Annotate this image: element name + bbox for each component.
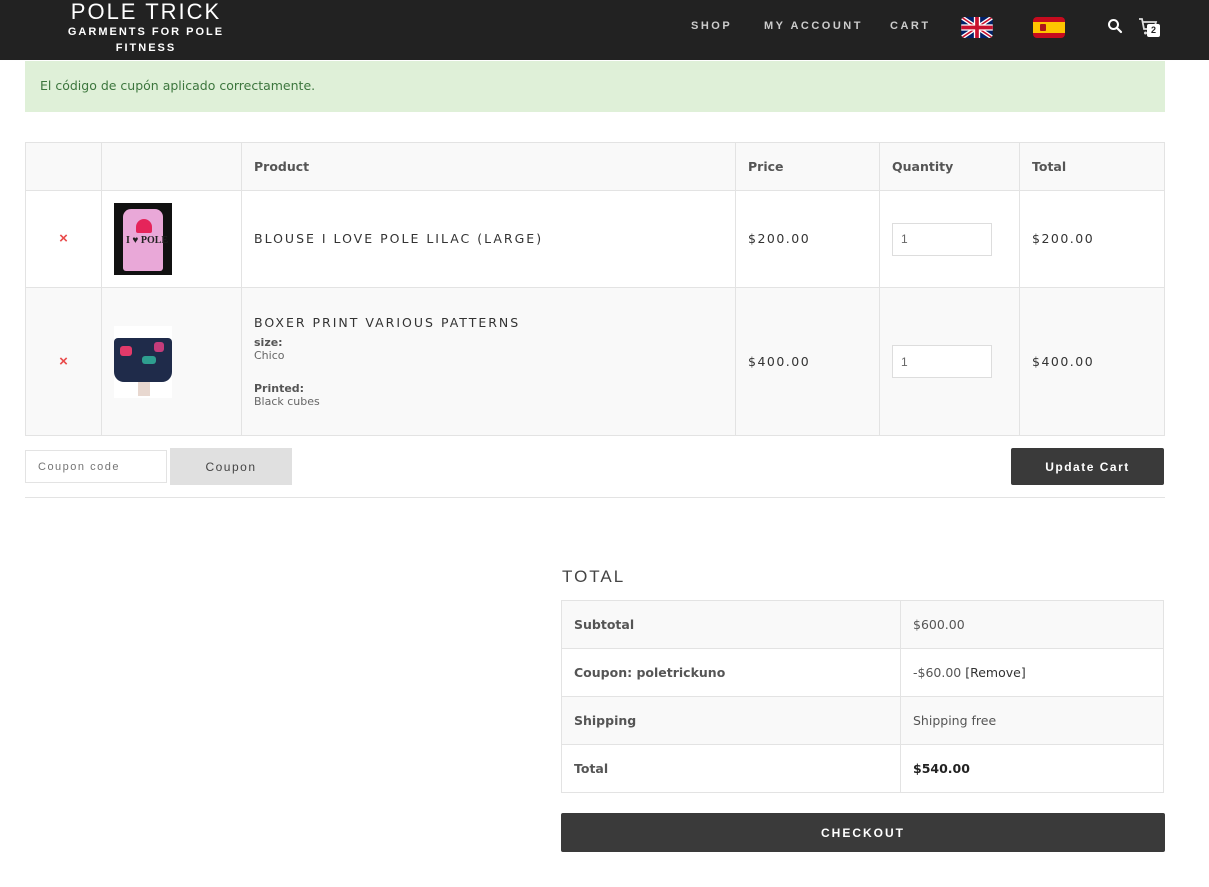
quantity-cell xyxy=(879,190,1020,288)
cart-row: × I ♥ POLE BLOUSE I LOVE POLE LILAC (LAR… xyxy=(25,190,1165,288)
thumbnail-print-text: I ♥ POLE xyxy=(126,235,169,246)
coupon-discount-value: -$60.00 xyxy=(913,665,962,680)
header-remove xyxy=(25,142,102,191)
remove-cell: × xyxy=(25,190,102,288)
cart-totals-heading: TOTAL xyxy=(562,567,626,586)
top-navbar: POLE TRICK GARMENTS FOR POLE FITNESS SHO… xyxy=(0,0,1209,60)
header-product: Product xyxy=(241,142,736,191)
coupon-cell: -$60.00 [Remove] xyxy=(900,648,1164,697)
cart-row: × BOXER PRINT VARIOUS PATTERNS size: Chi… xyxy=(25,287,1165,436)
remove-coupon-link[interactable]: [Remove] xyxy=(965,665,1025,680)
spain-flag-icon[interactable] xyxy=(1033,17,1065,38)
search-icon[interactable] xyxy=(1107,18,1123,34)
total-cell: $200.00 xyxy=(1019,190,1165,288)
nav-link-cart[interactable]: CART xyxy=(890,20,931,32)
logo-title[interactable]: POLE TRICK xyxy=(60,0,232,24)
notice-text: El código de cupón aplicado correctament… xyxy=(40,78,316,93)
variation-label-printed: Printed: xyxy=(254,382,305,395)
remove-item-icon[interactable]: × xyxy=(59,230,68,247)
variation-value-size: Chico xyxy=(254,349,285,362)
cart-table: Product Price Quantity Total × I ♥ POLE … xyxy=(25,142,1165,436)
nav-link-shop[interactable]: SHOP xyxy=(691,20,732,32)
order-total-label: Total xyxy=(561,744,901,793)
product-cell: BLOUSE I LOVE POLE LILAC (LARGE) xyxy=(241,190,736,288)
shipping-value: Shipping free xyxy=(900,696,1164,745)
nav-link-my-account[interactable]: MY ACCOUNT xyxy=(764,20,863,32)
totals-row: Subtotal $600.00 xyxy=(561,600,1164,649)
header-thumbnail xyxy=(101,142,242,191)
section-divider xyxy=(25,497,1165,498)
coupon-success-notice: El código de cupón aplicado correctament… xyxy=(25,61,1165,112)
product-price: $400.00 xyxy=(748,353,811,369)
thumbnail-cell xyxy=(101,287,242,436)
product-thumbnail-blouse[interactable]: I ♥ POLE xyxy=(114,203,172,275)
totals-row: Total $540.00 xyxy=(561,744,1164,793)
product-cell: BOXER PRINT VARIOUS PATTERNS size: Chico… xyxy=(241,287,736,436)
subtotal-label: Subtotal xyxy=(561,600,901,649)
product-name-link[interactable]: BOXER PRINT VARIOUS PATTERNS xyxy=(254,315,735,330)
order-total-value: $540.00 xyxy=(900,744,1164,793)
quantity-input[interactable] xyxy=(892,345,992,378)
thumbnail-cell: I ♥ POLE xyxy=(101,190,242,288)
checkout-button[interactable]: CHECKOUT xyxy=(561,813,1165,852)
update-cart-button[interactable]: Update Cart xyxy=(1011,448,1164,485)
quantity-cell xyxy=(879,287,1020,436)
totals-row: Shipping Shipping free xyxy=(561,696,1164,745)
shipping-label: Shipping xyxy=(561,696,901,745)
site-logo[interactable]: POLE TRICK GARMENTS FOR POLE FITNESS xyxy=(60,0,232,56)
cart-count-badge: 2 xyxy=(1147,24,1160,37)
uk-flag-icon[interactable] xyxy=(961,17,993,38)
remove-cell: × xyxy=(25,287,102,436)
remove-item-icon[interactable]: × xyxy=(59,353,68,370)
subtotal-value: $600.00 xyxy=(900,600,1164,649)
variation-label-size: size: xyxy=(254,336,283,349)
variation-value-printed: Black cubes xyxy=(254,395,320,408)
coupon-code-input[interactable] xyxy=(25,450,167,483)
header-total: Total xyxy=(1019,142,1165,191)
price-cell: $400.00 xyxy=(735,287,880,436)
quantity-input[interactable] xyxy=(892,222,992,256)
totals-row: Coupon: poletrickuno -$60.00 [Remove] xyxy=(561,648,1164,697)
cart-table-header: Product Price Quantity Total xyxy=(25,142,1165,191)
header-quantity: Quantity xyxy=(879,142,1020,191)
line-total: $400.00 xyxy=(1032,353,1095,369)
total-cell: $400.00 xyxy=(1019,287,1165,436)
product-thumbnail-boxer[interactable] xyxy=(114,325,172,398)
price-cell: $200.00 xyxy=(735,190,880,288)
cart-totals-table: Subtotal $600.00 Coupon: poletrickuno -$… xyxy=(561,600,1164,793)
coupon-label: Coupon: poletrickuno xyxy=(561,648,901,697)
logo-subtitle-line1: GARMENTS FOR POLE xyxy=(67,26,225,38)
product-price: $200.00 xyxy=(748,231,811,246)
logo-subtitle-line2: FITNESS xyxy=(115,42,177,54)
product-name-link[interactable]: BLOUSE I LOVE POLE LILAC (LARGE) xyxy=(254,231,543,246)
header-price: Price xyxy=(735,142,880,191)
line-total: $200.00 xyxy=(1032,231,1095,246)
apply-coupon-button[interactable]: Coupon xyxy=(170,448,292,485)
